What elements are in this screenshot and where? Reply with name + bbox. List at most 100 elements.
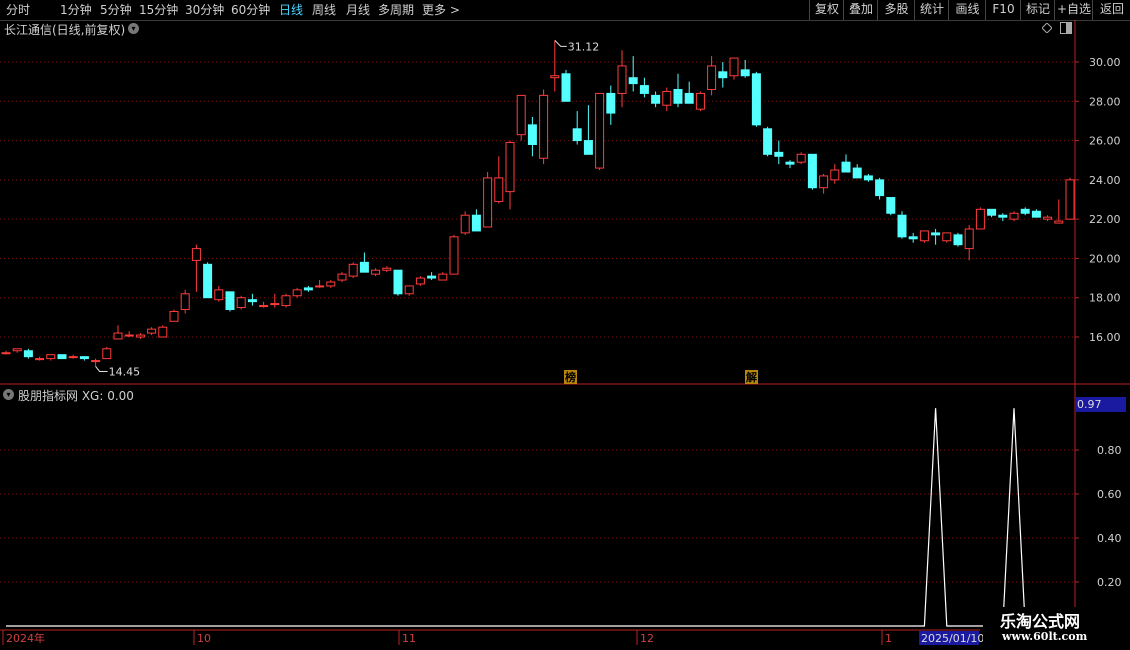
toolbar-button-1[interactable]: 叠加	[843, 0, 878, 20]
candle-body-up	[113, 332, 123, 340]
toolbar: 分时 1分钟 5分钟 15分钟 30分钟 60分钟 日线 周线 月线 多周期 更多 > 复权 叠加 多股统…	[0, 0, 1130, 21]
toolbar-button-2[interactable]: 多股	[877, 0, 915, 20]
candle-body-up	[460, 214, 470, 234]
candle-body-down	[225, 291, 235, 311]
high-pointer	[554, 40, 567, 47]
candle-body-down	[427, 275, 437, 279]
candle-body-up	[796, 153, 806, 163]
candle-body-up	[1043, 216, 1053, 220]
candle-body-down	[763, 128, 773, 155]
candle-body-down	[572, 128, 582, 142]
period-tab-4[interactable]: 30分钟	[185, 2, 224, 18]
marker-jie: 解	[746, 370, 757, 384]
layout-toggle-icon[interactable]	[1060, 22, 1072, 34]
y-tick-label: 22.00	[1089, 213, 1121, 226]
x-tick-label: 1	[885, 632, 892, 645]
candle-body-up	[236, 297, 246, 309]
candle-body-down	[639, 85, 649, 94]
toolbar-button-5[interactable]: F10	[985, 0, 1021, 20]
toolbar-button-6[interactable]: 标记	[1020, 0, 1055, 20]
y-tick-label: 20.00	[1089, 252, 1121, 265]
candle-body-down	[684, 92, 694, 104]
y-tick-label: 0.20	[1097, 576, 1122, 589]
candle-body-up	[270, 303, 280, 306]
candle-body-down	[651, 94, 661, 104]
candle-body-down	[897, 214, 907, 238]
candle-body-up	[102, 348, 112, 360]
candle-body-up	[382, 267, 392, 271]
diamond-icon[interactable]	[1042, 23, 1052, 33]
candle-body-down	[751, 73, 761, 126]
toolbar-button-4[interactable]: 画线	[948, 0, 986, 20]
marker-bang: 榜	[565, 370, 576, 384]
y-tick-label: 26.00	[1089, 135, 1121, 148]
candle-body-down	[863, 175, 873, 181]
candle-body-up	[617, 65, 627, 94]
chevron-down-icon[interactable]: ▾	[3, 389, 14, 400]
candle-body-up	[662, 90, 672, 106]
candle-body-up	[259, 305, 269, 308]
candle-body-up	[91, 360, 101, 363]
toolbar-button-0[interactable]: 复权	[809, 0, 844, 20]
candle-body-up	[438, 273, 448, 281]
y-tick-label: 30.00	[1089, 56, 1121, 69]
indicator-title: 股朋指标网 XG: 0.00	[18, 389, 134, 403]
candle-body-down	[852, 167, 862, 179]
toolbar-button-3[interactable]: 统计	[914, 0, 949, 20]
high-price-label: 31.12	[568, 40, 600, 53]
period-tab-1[interactable]: 1分钟	[60, 2, 92, 18]
candle-body-up	[180, 293, 190, 310]
candle-body-down	[908, 236, 918, 240]
candle-body-down	[247, 299, 257, 303]
candle-body-down	[628, 77, 638, 85]
candle-body-up	[147, 328, 157, 334]
period-tab-8[interactable]: 月线	[346, 2, 370, 18]
watermark-url: www.60lt.com	[1002, 630, 1088, 643]
y-tick-label: 24.00	[1089, 174, 1121, 187]
period-tab-5[interactable]: 60分钟	[231, 2, 270, 18]
candle-body-down	[774, 151, 784, 157]
period-tab-0[interactable]: 分时	[6, 2, 30, 18]
period-tab-2[interactable]: 5分钟	[100, 2, 132, 18]
candle-body-up	[135, 334, 145, 338]
toolbar-button-8[interactable]: 返回	[1092, 0, 1130, 20]
chart-title: 长江通信(日线,前复权)	[4, 23, 126, 37]
y-tick-label: 0.60	[1097, 488, 1122, 501]
period-tab-9[interactable]: 多周期	[378, 2, 414, 18]
candle-body-down	[740, 69, 750, 77]
low-price-label: 14.45	[109, 365, 141, 378]
period-tab-6[interactable]: 日线	[279, 2, 303, 18]
candle-body-down	[561, 73, 571, 102]
candle-body-up	[371, 269, 381, 275]
y-tick-label: 16.00	[1089, 331, 1121, 344]
x-tick-label: 11	[402, 632, 416, 645]
period-tab-3[interactable]: 15分钟	[139, 2, 178, 18]
candle-body-up	[483, 177, 493, 228]
candle-body-up	[494, 177, 504, 202]
chart-canvas[interactable]: 30.00 28.00 26.00 24.00 22.00 20.00 18.00 16.00…	[0, 0, 1130, 650]
low-pointer	[95, 366, 108, 372]
candle-body-up	[1009, 212, 1019, 220]
candle-body-up	[348, 263, 358, 277]
candle-body-up	[516, 94, 526, 136]
candle-body-up	[337, 273, 347, 281]
candle-body-down	[998, 214, 1008, 218]
chevron-down-icon[interactable]: ▾	[128, 23, 139, 34]
watermark-title: 乐淘公式网	[1000, 612, 1081, 631]
toolbar-button-7[interactable]: +自选	[1054, 0, 1093, 20]
candle-body-up	[46, 354, 56, 360]
candle-body-up	[942, 232, 952, 242]
candle-body-down	[393, 269, 403, 295]
candle-body-up	[1, 352, 11, 355]
candle-body-up	[595, 92, 605, 169]
x-tick-label: 12	[640, 632, 654, 645]
candle-body-up	[326, 281, 336, 287]
candle-body-down	[57, 354, 67, 360]
candle-body-down	[303, 287, 313, 291]
candle-body-down	[785, 161, 795, 165]
candle-body-up	[124, 334, 134, 337]
period-tab-10[interactable]: 更多 >	[422, 2, 460, 18]
period-tab-7[interactable]: 周线	[312, 2, 336, 18]
candle-body-up	[35, 358, 45, 361]
candle-body-up	[169, 310, 179, 322]
